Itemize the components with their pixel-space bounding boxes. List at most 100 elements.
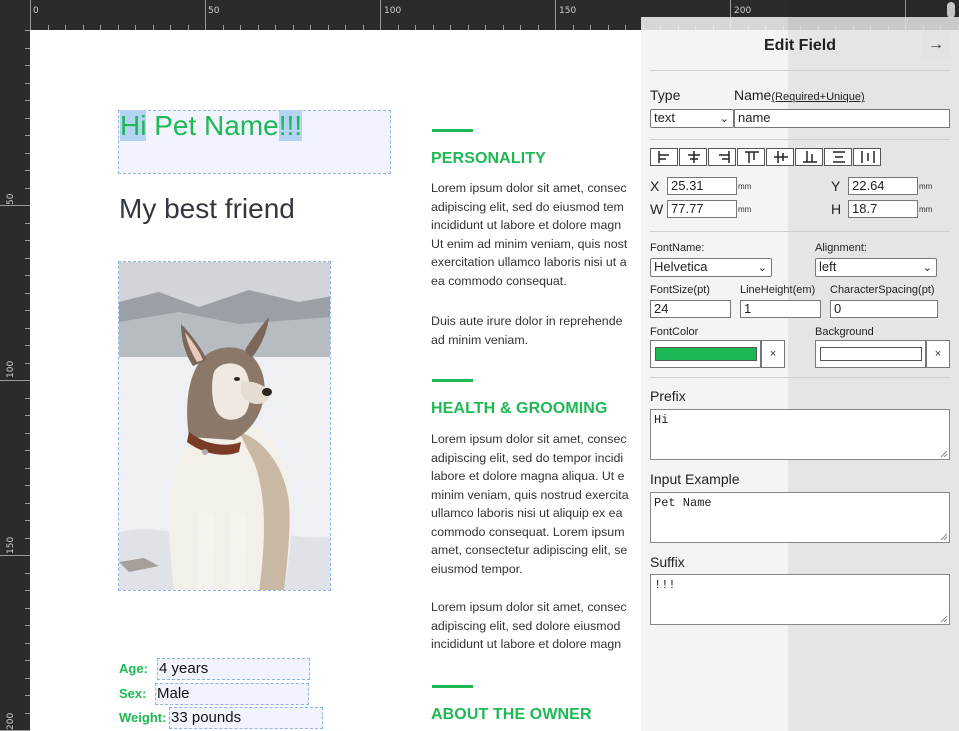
type-select[interactable]: text ⌄: [650, 109, 734, 128]
font-name-select[interactable]: Helvetica ⌄: [650, 258, 772, 277]
font-name-select-value: Helvetica: [654, 259, 708, 274]
title-suffix: !!!: [278, 110, 303, 141]
distribute-h-icon: [861, 151, 875, 163]
personality-paragraph-2: Duis aute irure dolor in reprehende ad m…: [431, 314, 623, 347]
distribute-v-button[interactable]: [824, 148, 852, 166]
name-input[interactable]: name: [734, 109, 950, 128]
background-color-picker[interactable]: [815, 340, 926, 368]
align-middle-v-button[interactable]: [766, 148, 794, 166]
y-input[interactable]: 22.64: [848, 177, 918, 195]
alignment-label: Alignment:: [815, 242, 867, 254]
chevron-down-icon: ⌄: [757, 262, 767, 274]
distribute-v-icon: [833, 151, 845, 163]
x-label: X: [650, 178, 660, 194]
ruler-left: 50 100 150 200: [0, 30, 30, 731]
close-icon: ×: [934, 348, 942, 360]
ruler-left-label: 150: [6, 536, 16, 554]
ruler-tick: [0, 380, 30, 381]
w-unit: mm: [738, 205, 752, 214]
alignment-select[interactable]: left ⌄: [815, 258, 937, 277]
h-unit: mm: [919, 205, 933, 214]
section-heading-owner: ABOUT THE OWNER: [431, 706, 592, 723]
ruler-top-label: 50: [208, 6, 220, 16]
clear-font-color-button[interactable]: ×: [761, 340, 785, 368]
ruler-left-label: 100: [6, 360, 16, 378]
clear-background-button[interactable]: ×: [926, 340, 950, 368]
section-heading-personality: PERSONALITY: [431, 150, 546, 167]
section-heading-health: HEALTH & GROOMING: [431, 400, 608, 417]
ruler-corner: [0, 0, 30, 30]
type-select-value: text: [654, 110, 675, 125]
w-label: W: [650, 201, 664, 217]
font-size-input[interactable]: 24: [650, 300, 731, 318]
section-divider: [432, 379, 473, 382]
resize-handle-icon[interactable]: [940, 533, 948, 541]
section-divider: [432, 129, 473, 132]
font-size-label: FontSize(pt): [650, 284, 710, 296]
suffix-label: Suffix: [650, 554, 685, 570]
align-center-h-icon: [688, 151, 700, 163]
age-field[interactable]: 4 years: [157, 658, 310, 680]
char-spacing-label: CharacterSpacing(pt): [830, 284, 935, 296]
y-unit: mm: [919, 182, 933, 191]
divider: [650, 231, 950, 232]
line-height-input[interactable]: 1: [740, 300, 821, 318]
app-window: 0 50 100 150 200 50 100 150 200 Hi Pet N…: [0, 0, 959, 731]
y-label: Y: [831, 178, 841, 194]
input-example-value: Pet Name: [654, 496, 712, 510]
weight-field[interactable]: 33 pounds: [169, 707, 323, 729]
char-spacing-input[interactable]: 0: [830, 300, 938, 318]
distribute-h-button[interactable]: [853, 148, 881, 166]
ruler-tick: [0, 205, 30, 206]
name-label: Name(Required+Unique): [734, 87, 865, 103]
age-label: Age:: [119, 661, 148, 676]
dog-photo-image: [119, 262, 330, 590]
x-input[interactable]: 25.31: [667, 177, 737, 195]
health-paragraph-2: Lorem ipsum dolor sit amet, consec adipi…: [431, 600, 627, 651]
alignment-select-value: left: [819, 259, 837, 274]
align-bottom-icon: [803, 151, 817, 163]
align-bottom-button[interactable]: [795, 148, 823, 166]
align-right-button[interactable]: [708, 148, 736, 166]
align-top-button[interactable]: [737, 148, 765, 166]
align-left-button[interactable]: [650, 148, 678, 166]
type-label: Type: [650, 87, 681, 103]
input-example-textarea[interactable]: Pet Name: [650, 492, 950, 543]
h-input[interactable]: 18.7: [848, 200, 918, 218]
sex-label: Sex:: [119, 686, 147, 701]
align-right-icon: [719, 151, 730, 163]
ruler-top-label: 200: [734, 6, 752, 16]
ruler-left-label: 50: [6, 193, 16, 205]
align-center-h-button[interactable]: [679, 148, 707, 166]
name-label-text: Name: [734, 87, 772, 103]
sex-field[interactable]: Male: [155, 683, 309, 705]
health-paragraph-1: Lorem ipsum dolor sit amet, consec adipi…: [431, 432, 629, 576]
divider: [650, 139, 950, 140]
background-label: Background: [815, 326, 874, 338]
x-unit: mm: [738, 182, 752, 191]
divider: [650, 70, 950, 71]
background-color-swatch: [820, 347, 922, 361]
close-icon: ×: [769, 348, 777, 360]
align-left-icon: [658, 151, 669, 163]
weight-label: Weight:: [119, 710, 167, 725]
w-input[interactable]: 77.77: [667, 200, 737, 218]
ruler-tick: [30, 0, 31, 30]
suffix-textarea[interactable]: !!!: [650, 574, 950, 625]
personality-paragraph-1: Lorem ipsum dolor sit amet, consec adipi…: [431, 181, 628, 288]
ruler-tick: [205, 0, 206, 30]
dog-photo[interactable]: [118, 261, 331, 591]
title-field-text[interactable]: Hi Pet Name!!!: [120, 110, 303, 142]
chevron-down-icon: ⌄: [719, 113, 729, 125]
resize-handle-icon[interactable]: [940, 615, 948, 623]
prefix-textarea[interactable]: Hi: [650, 409, 950, 460]
prefix-value: Hi: [654, 413, 669, 427]
name-hint: (Required+Unique): [771, 91, 865, 103]
collapse-panel-button[interactable]: →: [922, 30, 950, 60]
resize-handle-icon[interactable]: [940, 450, 948, 458]
ruler-left-label: 200: [6, 712, 16, 730]
suffix-value: !!!: [654, 578, 676, 592]
align-middle-v-icon: [774, 151, 788, 163]
divider: [650, 377, 950, 378]
font-color-picker[interactable]: [650, 340, 761, 368]
